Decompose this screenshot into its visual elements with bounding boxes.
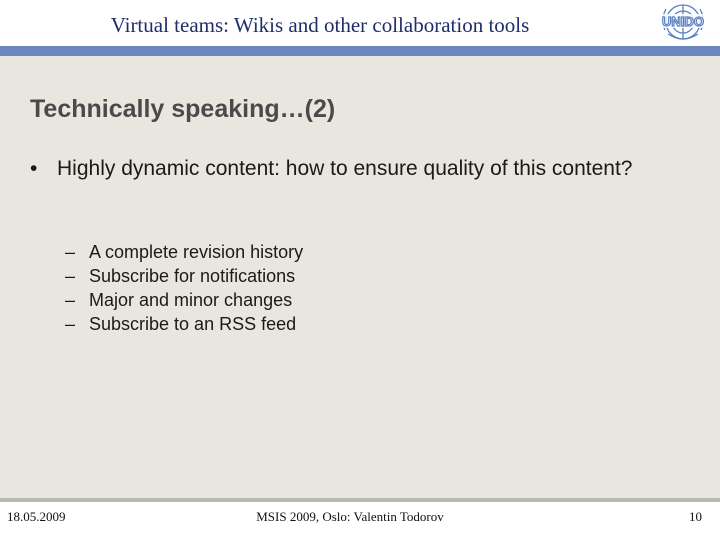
- bullet-symbol: •: [30, 157, 38, 180]
- header-divider-bar: [0, 46, 720, 56]
- logo-text: UNIDO: [662, 14, 704, 29]
- sub-bullet-text: Subscribe to an RSS feed: [89, 314, 297, 334]
- sub-bullet-text: A complete revision history: [89, 242, 304, 262]
- header-title: Virtual teams: Wikis and other collabora…: [110, 13, 530, 37]
- slide-header: Virtual teams: Wikis and other collabora…: [0, 0, 720, 46]
- sub-bullet-dash: –: [65, 314, 76, 334]
- sub-bullet-text: Subscribe for notifications: [89, 266, 296, 286]
- bullet-text: Highly dynamic content: how to ensure qu…: [57, 157, 633, 180]
- slide-title: Technically speaking…(2): [30, 95, 336, 123]
- footer-divider: [0, 498, 720, 502]
- sub-bullet-dash: –: [65, 290, 76, 310]
- sub-bullet-dash: –: [65, 266, 76, 286]
- sub-bullet-text: Major and minor changes: [89, 290, 293, 310]
- sub-bullet-dash: –: [65, 242, 76, 262]
- page-number: 10: [689, 509, 702, 524]
- bullet-item: • Highly dynamic content: how to ensure …: [30, 155, 650, 183]
- footer-event: MSIS 2009, Oslo: Valentin Todorov: [256, 509, 444, 524]
- un-emblem-icon: UNIDO: [661, 4, 705, 40]
